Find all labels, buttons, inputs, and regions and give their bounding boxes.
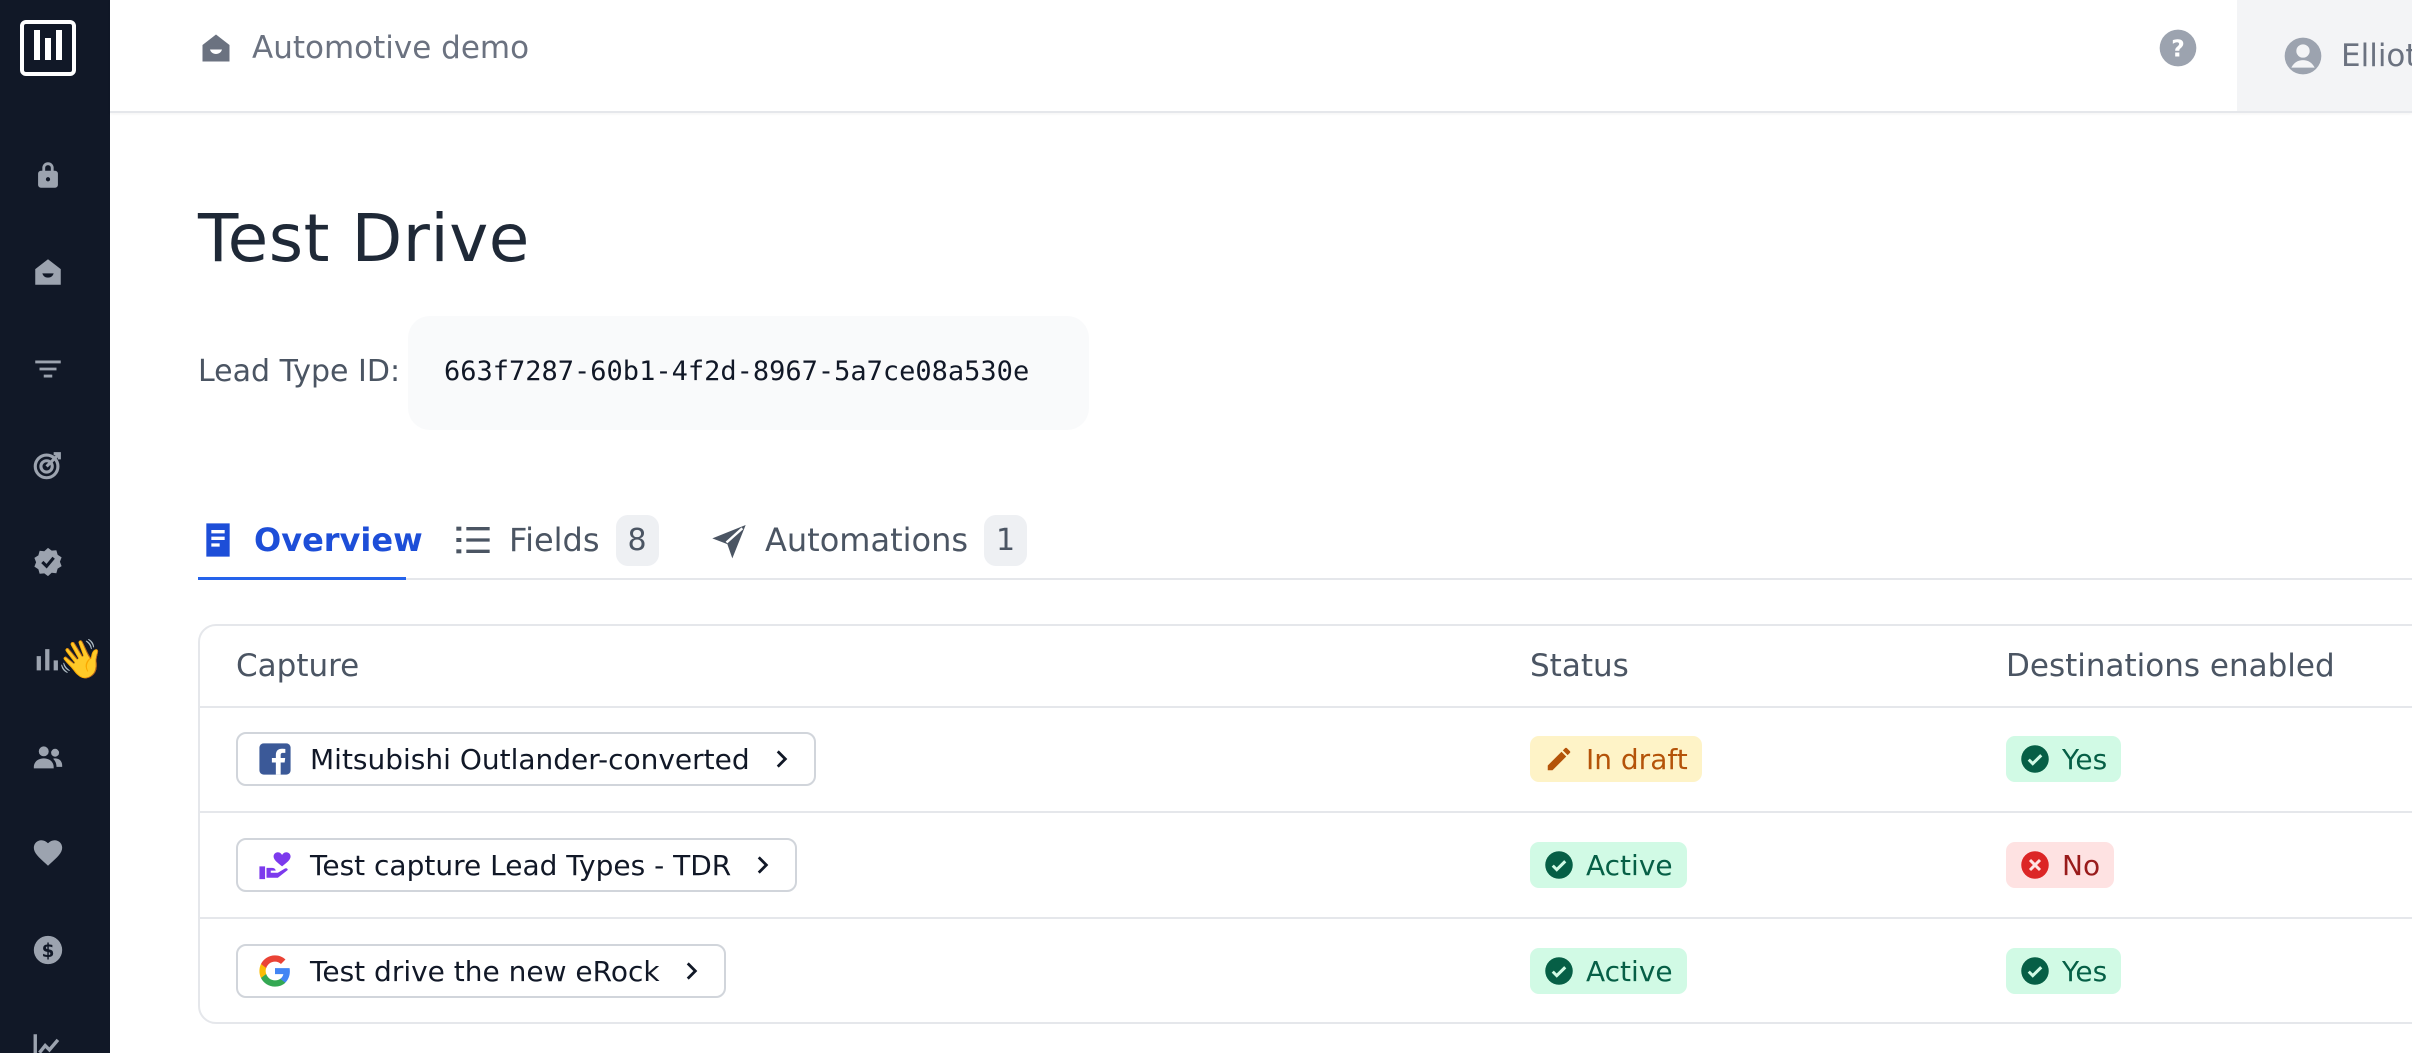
breadcrumb-label: Automotive demo (252, 30, 530, 66)
column-header-destinations: Destinations enabled (2006, 648, 2335, 684)
svg-text:$: $ (42, 941, 55, 962)
capture-name: Test drive the new eRock (310, 954, 660, 988)
hand-heart-icon (259, 852, 291, 880)
users-icon[interactable] (27, 736, 69, 778)
status-text: Active (1586, 848, 1673, 882)
tab-fields[interactable]: Fields 8 (453, 500, 659, 580)
check-circle-icon (1545, 957, 1573, 985)
document-icon (206, 523, 230, 557)
capture-name: Test capture Lead Types - TDR (310, 848, 732, 882)
tab-automations[interactable]: Automations 1 (709, 500, 1028, 580)
tab-automations-count: 1 (984, 514, 1028, 566)
chevron-right-icon (686, 962, 697, 980)
sidebar: 👋 $ (0, 0, 110, 1053)
breadcrumb[interactable]: Automotive demo (198, 30, 529, 66)
chart-line-icon[interactable] (27, 1026, 69, 1053)
tab-overview[interactable]: Overview (198, 500, 423, 580)
tab-automations-label: Automations (765, 521, 969, 559)
chevron-right-icon (757, 856, 769, 874)
verified-badge-icon[interactable] (27, 541, 69, 583)
destinations-text: Yes (2062, 954, 2108, 988)
home-icon[interactable] (27, 251, 69, 293)
destinations-badge: Yes (2006, 948, 2122, 994)
destinations-text: No (2062, 848, 2101, 882)
wave-emoji: 👋 (57, 637, 105, 681)
tab-overview-label: Overview (254, 521, 423, 559)
svg-text:?: ? (2171, 34, 2185, 62)
chevron-right-icon (776, 750, 787, 768)
check-circle-icon (2021, 745, 2049, 773)
lock-icon[interactable] (27, 154, 69, 196)
row-divider (200, 917, 2412, 919)
top-header: Automotive demo ? Elliot (110, 0, 2412, 113)
user-menu[interactable]: Elliot (2237, 0, 2412, 111)
capture-link[interactable]: Test capture Lead Types - TDR (236, 838, 798, 892)
home-icon (202, 34, 230, 62)
tab-fields-label: Fields (509, 521, 600, 559)
check-circle-icon (1545, 851, 1573, 879)
status-badge: Active (1530, 842, 1687, 888)
lead-type-label: Lead Type ID: (198, 354, 401, 389)
help-icon[interactable]: ? (2158, 28, 2198, 68)
google-icon (259, 955, 290, 987)
lead-type-id[interactable]: 663f7287-60b1-4f2d-8967-5a7ce08a530e (444, 356, 1029, 387)
user-name: Elliot (2341, 37, 2412, 74)
pencil-icon (1547, 747, 1571, 771)
status-badge: In draft (1530, 736, 1702, 782)
app-logo[interactable] (20, 20, 76, 76)
page-title: Test Drive (198, 200, 530, 277)
status-text: In draft (1586, 742, 1688, 776)
status-text: Active (1586, 954, 1673, 988)
tab-fields-count: 8 (615, 514, 659, 566)
dollar-icon[interactable]: $ (27, 929, 69, 971)
destinations-badge: No (2006, 842, 2115, 888)
check-circle-icon (2021, 957, 2049, 985)
active-tab-indicator (198, 577, 406, 580)
target-icon[interactable] (27, 444, 69, 486)
column-header-status: Status (1530, 648, 1629, 684)
row-divider (200, 706, 2412, 708)
status-badge: Active (1530, 948, 1687, 994)
row-divider (200, 811, 2412, 813)
heart-icon[interactable] (27, 832, 69, 874)
x-circle-icon (2021, 851, 2049, 879)
paper-plane-icon (712, 525, 746, 559)
filter-icon[interactable] (27, 348, 69, 390)
user-avatar-icon (2284, 37, 2322, 74)
destinations-badge: Yes (2006, 736, 2122, 782)
tabs-divider (198, 578, 2412, 580)
list-icon (456, 526, 490, 554)
capture-link[interactable]: Mitsubishi Outlander-converted (236, 732, 816, 786)
facebook-icon (259, 743, 291, 775)
capture-link[interactable]: Test drive the new eRock (236, 944, 726, 998)
column-header-capture: Capture (236, 648, 360, 684)
capture-name: Mitsubishi Outlander-converted (310, 742, 750, 776)
destinations-text: Yes (2062, 742, 2108, 776)
captures-table: Capture Status Destinations enabled Mits… (198, 624, 2412, 1024)
